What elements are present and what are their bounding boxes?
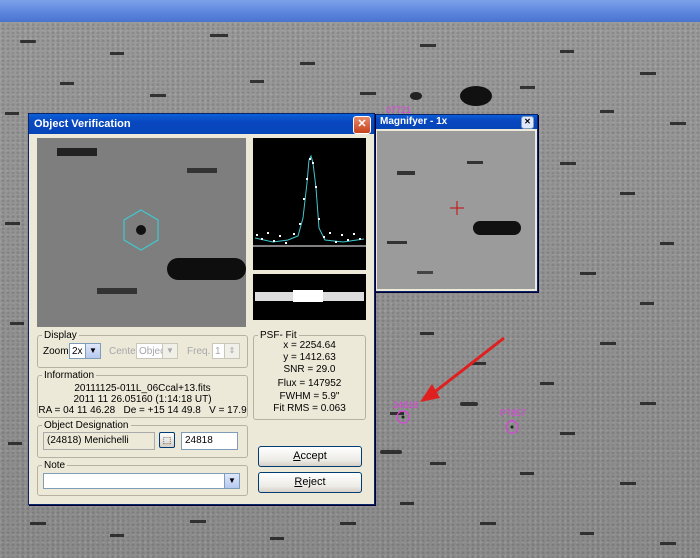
- magnifier-title: Magnifyer - 1x: [380, 116, 448, 127]
- zoom-select[interactable]: 2x ▼: [69, 343, 101, 359]
- psf-residual-plot: [253, 274, 366, 320]
- psf-snr: SNR = 29.0: [283, 364, 336, 375]
- psf-flux: Flux = 147952: [277, 378, 342, 389]
- note-legend: Note: [44, 460, 66, 471]
- center-label: Center: [109, 346, 140, 357]
- reject-button[interactable]: Reject: [258, 472, 362, 493]
- psf-x: x = 2254.64: [283, 340, 336, 351]
- psf-fwhm: FWHM = 5.9": [279, 391, 340, 402]
- magnifier-view: [377, 131, 535, 289]
- magnifier-title-bar[interactable]: Magnifyer - 1x ✕: [375, 115, 537, 129]
- psf-profile-plot: [253, 138, 366, 270]
- chevron-down-icon: ▼: [162, 344, 177, 358]
- dialog-title-bar[interactable]: Object Verification ✕: [29, 114, 374, 134]
- psf-y: y = 1412.63: [283, 352, 336, 363]
- label-p7857: P7857: [500, 408, 527, 418]
- info-coords: RA = 04 11 46.28 De = +15 14 49.8 V = 17…: [38, 405, 247, 416]
- red-arrow: [431, 336, 505, 396]
- designation-legend: Object Designation: [44, 420, 129, 431]
- magnifier-close-button[interactable]: ✕: [521, 116, 534, 129]
- accept-button[interactable]: Accept: [258, 446, 362, 467]
- freq-stepper[interactable]: 1 ⇕: [212, 343, 240, 359]
- chevron-down-icon: ▼: [85, 344, 100, 358]
- object-thumbnail: [37, 138, 246, 327]
- dialog-title: Object Verification: [34, 118, 131, 130]
- magnifier-window[interactable]: Magnifyer - 1x ✕: [374, 114, 538, 292]
- freq-label: Freq.: [187, 346, 211, 357]
- stepper-arrows-icon: ⇕: [224, 344, 239, 358]
- lookup-button[interactable]: ⬚: [159, 432, 175, 448]
- information-legend: Information: [44, 370, 95, 381]
- info-filename: 20111125-011L_06Ccal+13.fits: [74, 383, 211, 394]
- psf-rms: Fit RMS = 0.063: [273, 403, 346, 414]
- dotted-box-icon: ⬚: [162, 435, 172, 445]
- info-datetime: 2011 11 26.05160 (1:14:18 UT): [73, 394, 212, 405]
- dialog-close-button[interactable]: ✕: [353, 116, 371, 134]
- display-legend: Display: [44, 330, 77, 341]
- designation-number-field[interactable]: 24818: [181, 432, 238, 450]
- note-combo[interactable]: ▼: [43, 473, 240, 489]
- zoom-label: Zoom: [43, 346, 69, 357]
- object-verification-dialog[interactable]: Object Verification ✕ Display Zoom 2x ▼ …: [28, 113, 375, 505]
- label-24818: 24818: [393, 400, 419, 410]
- chevron-down-icon: ▼: [224, 474, 239, 488]
- designation-name-field[interactable]: (24818) Menichelli: [43, 432, 155, 450]
- window-title-bar: [0, 0, 700, 22]
- center-select[interactable]: Object ▼: [136, 343, 178, 359]
